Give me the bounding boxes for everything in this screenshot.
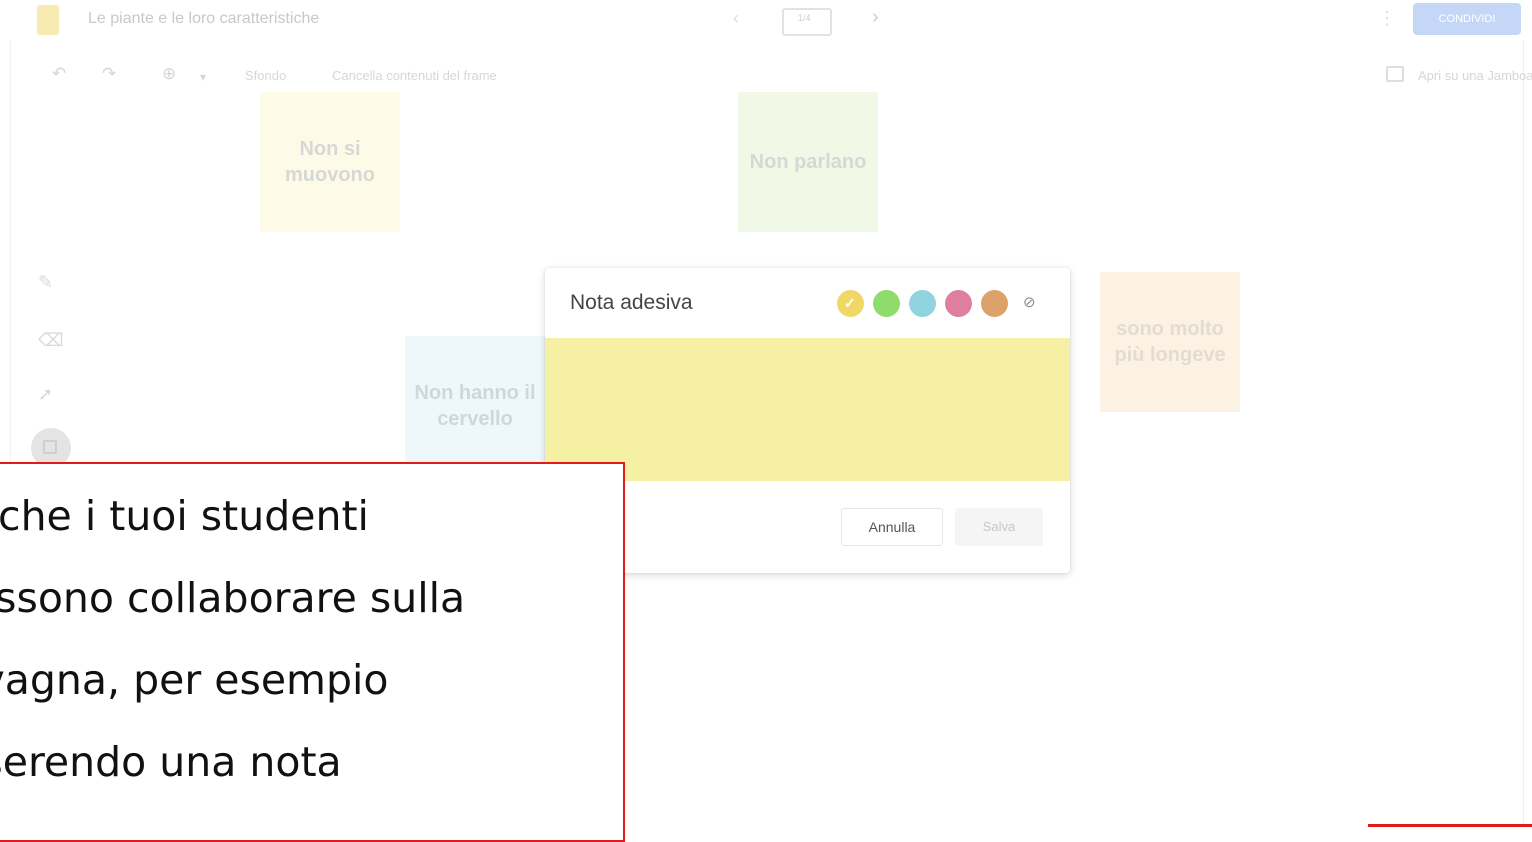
share-button-label: CONDIVIDI — [1438, 13, 1496, 25]
note-text-area[interactable] — [545, 338, 1070, 481]
open-board-icon[interactable] — [1386, 66, 1404, 82]
zoom-dropdown-icon[interactable]: ▾ — [200, 70, 206, 84]
next-frame-icon[interactable]: › — [872, 6, 879, 29]
color-swatch-orange[interactable] — [981, 290, 1008, 317]
color-swatch-pink[interactable] — [945, 290, 972, 317]
caption-line: inserendo una nota — [0, 738, 342, 786]
caption-line: possono collaborare sulla — [0, 574, 466, 622]
dialog-title: Nota adesiva — [570, 291, 693, 314]
more-options-icon[interactable]: ⋮ — [1378, 8, 1396, 29]
top-bar: Le piante e le loro caratteristiche ‹ 1/… — [0, 0, 1532, 44]
sticky-note-glyph — [43, 440, 57, 454]
cancel-button[interactable]: Annulla — [841, 508, 943, 546]
select-tool-icon[interactable]: ➚ — [38, 384, 53, 405]
sticky-note[interactable]: Non si muovono — [260, 92, 400, 232]
color-swatch-green[interactable] — [873, 290, 900, 317]
eraser-tool-icon[interactable]: ⌫ — [38, 330, 63, 351]
check-icon: ✓ — [844, 295, 856, 311]
undo-icon[interactable]: ↶ — [52, 64, 66, 84]
caption-box: Anche i tuoi studenti possono collaborar… — [0, 462, 625, 842]
pen-tool-icon[interactable]: ✎ — [38, 272, 53, 293]
toolbar — [0, 60, 1532, 90]
zoom-icon[interactable]: ⊕ — [162, 64, 176, 84]
share-button[interactable]: CONDIVIDI — [1413, 3, 1521, 35]
redo-icon[interactable]: ↷ — [102, 64, 116, 84]
sticky-note[interactable]: sono molto più longeve — [1100, 272, 1240, 412]
no-color-icon[interactable]: ⊘ — [1023, 293, 1036, 311]
save-button[interactable]: Salva — [955, 508, 1043, 546]
sticky-note[interactable]: Non parlano — [738, 92, 878, 232]
caption-line: lavagna, per esempio — [0, 656, 389, 704]
background-button[interactable]: Sfondo — [245, 68, 286, 83]
document-title[interactable]: Le piante e le loro caratteristiche — [88, 10, 319, 28]
open-board-button[interactable]: Apri su una Jamboard — [1418, 68, 1532, 83]
previous-frame-icon[interactable]: ‹ — [733, 8, 739, 29]
caption-line: Anche i tuoi studenti — [0, 492, 369, 540]
color-swatch-blue[interactable] — [909, 290, 936, 317]
color-swatch-yellow[interactable]: ✓ — [837, 290, 864, 317]
frame-counter: 1/4 — [798, 13, 811, 23]
clear-frame-button[interactable]: Cancella contenuti del frame — [332, 68, 497, 83]
jamboard-logo-icon — [37, 5, 59, 35]
sticky-note[interactable]: Non hanno il cervello — [405, 336, 545, 476]
